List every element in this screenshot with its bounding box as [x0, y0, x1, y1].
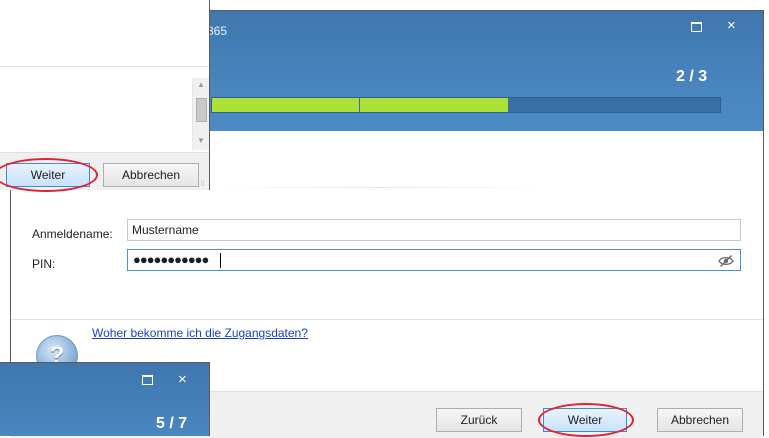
next-button[interactable]: Weiter [6, 163, 90, 187]
back-button[interactable]: Zurück [436, 408, 522, 432]
text-caret [220, 253, 221, 268]
previous-step-window: ▲ ▼ Weiter Abbrechen ⠿ [0, 0, 210, 192]
next-step-window: × 5 / 7 [0, 362, 210, 436]
login-name-value: Mustername [132, 223, 199, 237]
section-divider [0, 66, 209, 67]
pin-input[interactable]: ●●●●●●●●●●● [127, 249, 741, 271]
scroll-up-icon[interactable]: ▲ [197, 80, 205, 89]
resize-grip-icon[interactable]: ⠿ [200, 180, 205, 188]
login-name-label: Anmeldename: [32, 227, 113, 241]
login-name-input[interactable]: Mustername [127, 219, 741, 241]
scrollbar-thumb[interactable] [196, 98, 207, 122]
pin-label: PIN: [32, 257, 56, 271]
vertical-scrollbar[interactable]: ▲ ▼ [192, 78, 209, 150]
window-title: 365 [207, 24, 228, 38]
progress-bar [211, 97, 721, 113]
eye-slash-icon[interactable] [718, 254, 734, 268]
help-credentials-link[interactable]: Woher bekomme ich die Zugangsdaten? [92, 326, 308, 340]
close-icon[interactable]: × [178, 371, 187, 388]
next-button[interactable]: Weiter [543, 408, 627, 432]
section-divider [211, 187, 551, 188]
scroll-down-icon[interactable]: ▼ [197, 136, 205, 145]
close-icon[interactable]: × [727, 17, 736, 34]
step-indicator: 2 / 3 [676, 68, 708, 85]
step-indicator: 5 / 7 [156, 415, 188, 432]
pin-masked-value: ●●●●●●●●●●● [133, 252, 209, 267]
maximize-icon[interactable] [689, 19, 703, 33]
cancel-button[interactable]: Abbrechen [103, 163, 199, 187]
help-divider [11, 319, 763, 320]
cancel-button[interactable]: Abbrechen [657, 408, 743, 432]
maximize-icon[interactable] [140, 373, 154, 387]
progress-segment [212, 98, 359, 112]
progress-segment [360, 98, 508, 112]
